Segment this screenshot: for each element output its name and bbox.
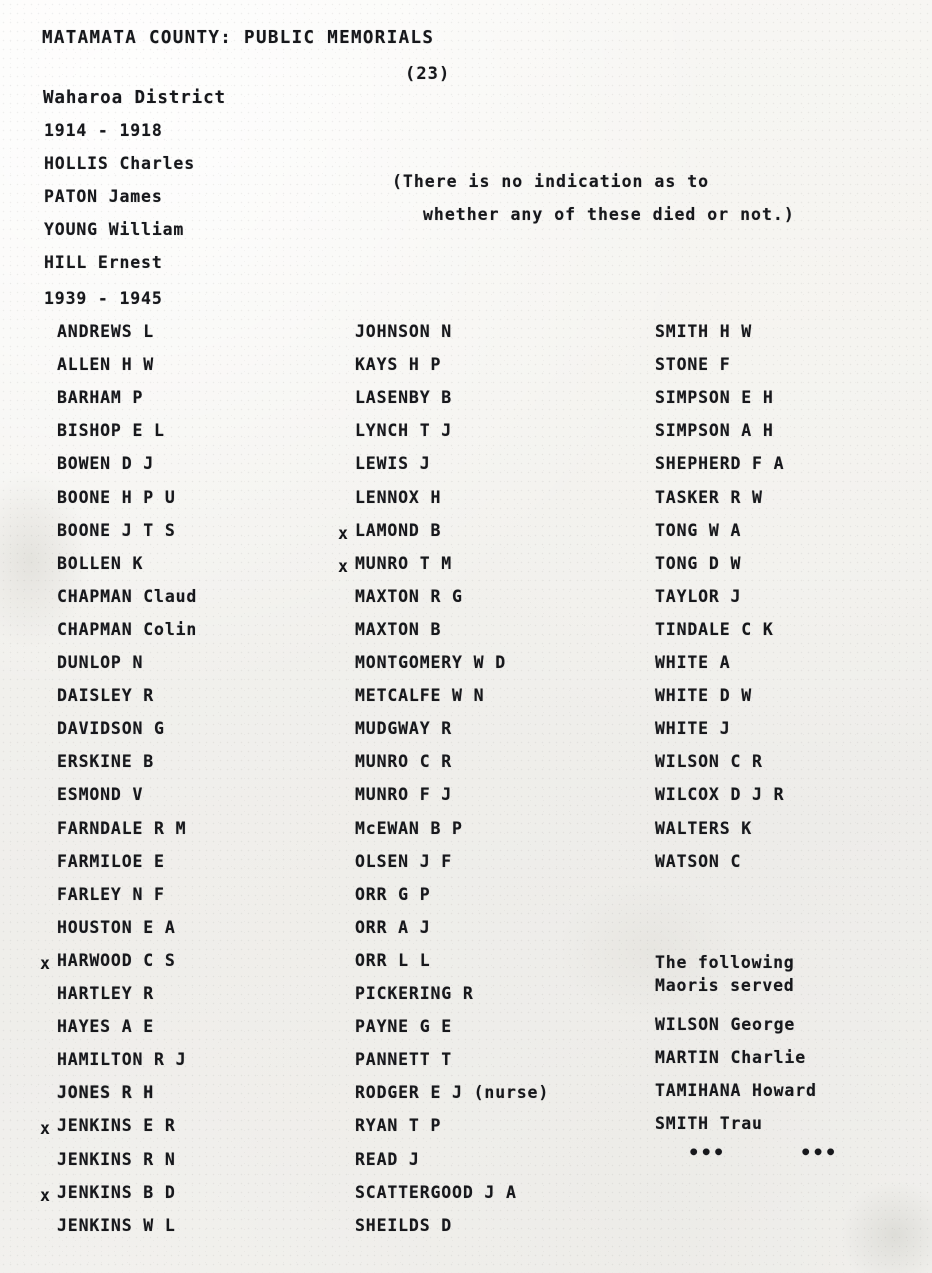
wwii-name-entry: HARTLEY R [57, 984, 155, 1003]
wwii-name-entry: HOUSTON E A [57, 917, 176, 937]
wwii-name-entry: WILSON C R [655, 752, 763, 772]
wwii-name-entry: FARMILOE E [57, 851, 165, 871]
wwii-name-entry: BARHAM P [57, 388, 144, 408]
wwii-name-entry: TAYLOR J [655, 586, 742, 606]
wwii-name-entry: ORR A J [355, 917, 431, 937]
wwii-name-entry: CHAPMAN Colin [57, 619, 198, 639]
maori-name: TAMIHANA Howard [655, 1081, 817, 1100]
wwii-name-entry: WALTERS K [655, 818, 753, 838]
wwi-period-label: 1914 - 1918 [44, 121, 163, 140]
wwii-name-entry: DAISLEY R [57, 686, 155, 706]
wwii-name-entry: ORR G P [355, 884, 431, 904]
wwii-name-entry: ANDREWS L [57, 322, 155, 341]
wwii-name-entry: LEWIS J [355, 454, 431, 474]
wwii-name-entry: DUNLOP N [57, 653, 144, 672]
wwii-name-entry: LYNCH T J [355, 421, 453, 441]
wwii-name-entry: HAYES A E [57, 1017, 155, 1037]
wwii-name-entry: JONES R H [57, 1083, 155, 1103]
name-marker-x: x [338, 556, 348, 576]
document-title: MATAMATA COUNTY: PUBLIC MEMORIALS [42, 28, 435, 48]
wwii-name-entry: SHEPHERD F A [655, 454, 785, 474]
maori-name: WILSON George [655, 1015, 796, 1034]
wwii-name-entry: McEWAN B P [355, 818, 463, 838]
wwii-name-entry: BOLLEN K [57, 553, 144, 573]
wwii-name-entry: MAXTON R G [355, 586, 463, 606]
wwii-name-entry: SHEILDS D [355, 1215, 453, 1235]
name-marker-x: x [338, 523, 348, 543]
wwi-name: YOUNG William [44, 220, 185, 239]
wwii-name-entry: TINDALE C K [655, 619, 774, 639]
wwii-name-entry: SIMPSON E H [655, 388, 774, 408]
wwii-name-entry: PICKERING R [355, 984, 474, 1003]
wwii-name-entry: KAYS H P [355, 355, 442, 375]
district-name: Waharoa District [43, 88, 226, 108]
wwii-name-entry: WHITE A [655, 653, 731, 672]
wwii-name-entry: MAXTON B [355, 619, 442, 639]
wwii-name-entry: JENKINS E R [57, 1116, 176, 1136]
wwii-name-entry: BISHOP E L [57, 421, 165, 441]
wwii-name-entry: ALLEN H W [57, 355, 155, 375]
wwii-name-entry: JOHNSON N [355, 322, 453, 341]
wwii-name-entry: HAMILTON R J [57, 1050, 187, 1070]
wwii-name-entry: SMITH H W [655, 322, 753, 341]
maori-section-heading-line-1: The following [655, 953, 795, 972]
wwii-name-entry: ESMOND V [57, 785, 144, 805]
section-end-marks: ••• ••• [688, 1142, 838, 1164]
wwii-name-entry: MUNRO T M [355, 553, 453, 573]
wwii-name-entry: ERSKINE B [57, 752, 155, 772]
wwii-name-entry: PAYNE G E [355, 1017, 453, 1037]
wwii-name-entry: METCALFE W N [355, 686, 485, 706]
wwii-name-entry: ORR L L [355, 950, 431, 970]
wwii-name-entry: BOONE H P U [57, 487, 176, 507]
wwii-name-entry: WHITE J [655, 719, 731, 739]
wwii-name-entry: JENKINS W L [57, 1215, 176, 1235]
wwii-name-entry: FARNDALE R M [57, 818, 187, 838]
wwii-name-entry: CHAPMAN Claud [57, 586, 198, 606]
wwii-name-entry: LENNOX H [355, 487, 442, 507]
scanned-document-page: MATAMATA COUNTY: PUBLIC MEMORIALS (23) W… [0, 0, 932, 1273]
wwii-name-entry: OLSEN J F [355, 851, 453, 871]
wwii-name-entry: SCATTERGOOD J A [355, 1182, 517, 1202]
name-marker-x: x [40, 1119, 50, 1139]
wwi-name: PATON James [44, 187, 163, 206]
wwii-name-entry: BOONE J T S [57, 520, 176, 540]
wwii-name-entry: SIMPSON A H [655, 421, 774, 441]
wwii-name-entry: TONG W A [655, 520, 742, 540]
name-marker-x: x [40, 1185, 50, 1205]
wwii-name-entry: WATSON C [655, 851, 742, 871]
wwii-name-entry: JENKINS R N [57, 1149, 176, 1169]
wwii-name-entry: MONTGOMERY W D [355, 653, 506, 672]
wwii-name-entry: MUDGWAY R [355, 719, 453, 739]
wwi-name: HILL Ernest [44, 253, 163, 272]
wwii-name-entry: MUNRO C R [355, 752, 453, 772]
wwii-name-entry: BOWEN D J [57, 454, 155, 474]
name-marker-x: x [40, 953, 50, 973]
wwii-name-entry: WHITE D W [655, 686, 753, 706]
wwii-name-entry: DAVIDSON G [57, 719, 165, 739]
wwii-name-entry: HARWOOD C S [57, 950, 176, 970]
maori-section-heading-line-2: Maoris served [655, 976, 795, 995]
wwii-name-entry: WILCOX D J R [655, 785, 785, 805]
wwii-name-entry: JENKINS B D [57, 1182, 176, 1202]
wwii-name-entry: FARLEY N F [57, 884, 165, 904]
page-number: (23) [405, 64, 451, 84]
wwii-name-entry: LAMOND B [355, 520, 442, 540]
wwii-name-entry: STONE F [655, 355, 731, 375]
maori-name: SMITH Trau [655, 1114, 763, 1133]
maori-name: MARTIN Charlie [655, 1048, 806, 1067]
wwii-name-entry: TONG D W [655, 553, 742, 573]
wwii-name-entry: PANNETT T [355, 1050, 453, 1070]
editorial-note-line-1: (There is no indication as to [392, 172, 710, 191]
wwii-period-label: 1939 - 1945 [44, 289, 163, 308]
wwii-name-entry: READ J [355, 1149, 420, 1169]
wwii-name-entry: MUNRO F J [355, 785, 453, 805]
wwii-name-entry: RYAN T P [355, 1116, 442, 1136]
editorial-note-line-2: whether any of these died or not.) [423, 205, 795, 224]
wwii-name-entry: LASENBY B [355, 388, 453, 408]
wwii-name-entry: TASKER R W [655, 487, 763, 507]
wwi-name: HOLLIS Charles [44, 154, 195, 173]
wwii-name-entry: RODGER E J (nurse) [355, 1083, 550, 1103]
